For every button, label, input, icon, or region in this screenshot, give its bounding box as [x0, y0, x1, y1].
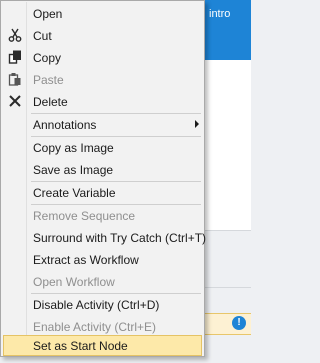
menu-item-remove-sequence[interactable]: Remove Sequence	[3, 205, 202, 226]
menu-item-cut[interactable]: Cut	[3, 25, 202, 46]
submenu-arrow-icon	[195, 120, 199, 128]
menu-item-label: Open	[33, 7, 63, 21]
menu-item-label: Copy as Image	[33, 141, 114, 155]
menu-item-open[interactable]: Open	[3, 3, 202, 24]
menu-item-surround-try-catch[interactable]: Surround with Try Catch (Ctrl+T)	[3, 227, 206, 248]
menu-item-label: Extract as Workflow	[33, 253, 139, 267]
canvas-divider	[200, 287, 251, 288]
designer-canvas	[200, 60, 251, 230]
menu-item-enable-activity[interactable]: Enable Activity (Ctrl+E)	[3, 316, 202, 337]
menu-item-copy-as-image[interactable]: Copy as Image	[3, 137, 202, 158]
canvas-divider	[200, 230, 251, 231]
menu-item-extract-as-workflow[interactable]: Extract as Workflow	[3, 249, 202, 270]
menu-item-delete[interactable]: Delete	[3, 91, 202, 112]
menu-item-paste[interactable]: Paste	[3, 69, 202, 90]
menu-item-label: Open Workflow	[33, 275, 115, 289]
designer-tab-title: intro	[209, 8, 231, 20]
menu-item-label: Create Variable	[33, 186, 116, 200]
menu-item-label: Disable Activity (Ctrl+D)	[33, 298, 160, 312]
context-menu: Open Cut Copy Paste Delete Annotations C…	[0, 0, 206, 357]
menu-item-open-workflow[interactable]: Open Workflow	[3, 271, 202, 292]
copy-icon	[8, 50, 22, 64]
menu-item-label: Remove Sequence	[33, 209, 136, 223]
delete-x-icon	[8, 94, 22, 108]
menu-item-annotations[interactable]: Annotations	[3, 114, 202, 135]
menu-item-label: Copy	[33, 51, 62, 65]
menu-item-label: Enable Activity (Ctrl+E)	[33, 320, 157, 334]
scissors-icon	[8, 28, 22, 42]
menu-item-set-as-start-node[interactable]: Set as Start Node	[3, 335, 202, 356]
menu-item-label: Annotations	[33, 118, 97, 132]
menu-item-save-as-image[interactable]: Save as Image	[3, 159, 202, 180]
menu-item-label: Paste	[33, 73, 64, 87]
paste-icon	[8, 72, 22, 86]
menu-item-label: Delete	[33, 95, 68, 109]
menu-item-label: Save as Image	[33, 163, 114, 177]
menu-item-copy[interactable]: Copy	[3, 47, 202, 68]
menu-item-disable-activity[interactable]: Disable Activity (Ctrl+D)	[3, 294, 202, 315]
menu-item-label: Cut	[33, 29, 52, 43]
menu-item-label: Surround with Try Catch (Ctrl+T)	[33, 231, 207, 245]
menu-item-label: Set as Start Node	[33, 339, 128, 353]
info-icon[interactable]: !	[232, 316, 246, 330]
menu-item-create-variable[interactable]: Create Variable	[3, 182, 202, 203]
